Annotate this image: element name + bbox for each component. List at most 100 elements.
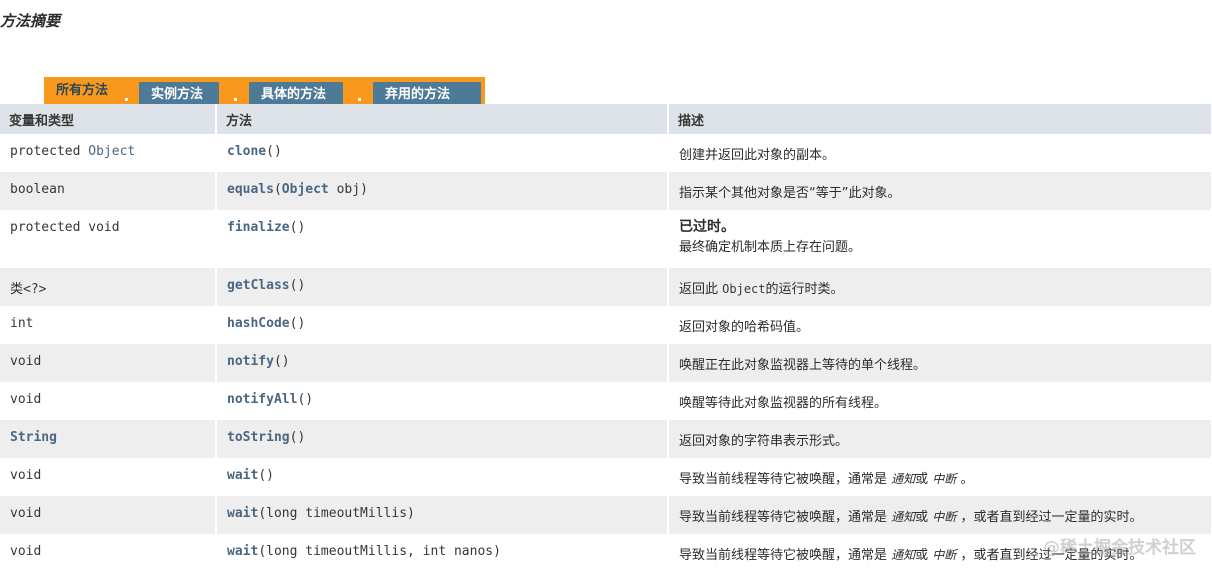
method-link[interactable]: hashCode — [227, 316, 290, 331]
emphasis-notify: 通知 — [891, 548, 916, 562]
row-description: 导致当前线程等待它被唤醒，通常是 通知或 中断 ，或者直到经过一定量的实时。 — [668, 496, 1212, 534]
row-type: 类<?> — [0, 268, 217, 306]
row-type: protected void — [0, 210, 217, 268]
emphasis-notify: 通知 — [891, 472, 916, 486]
table-row: int hashCode() 返回对象的哈希码值。 — [0, 306, 1212, 344]
row-description: 返回对象的字符串表示形式。 — [668, 420, 1212, 458]
description-text: 导致当前线程等待它被唤醒，通常是 — [679, 510, 892, 525]
method-params: (long timeoutMillis) — [258, 506, 415, 521]
tab-concrete-methods[interactable]: 具体的方法 — [249, 82, 343, 104]
description-text: 的运行时类。 — [765, 282, 844, 297]
method-link[interactable]: notifyAll — [227, 392, 297, 407]
method-tabs: 所有方法 实例方法 具体的方法 弃用的方法 — [44, 77, 485, 104]
type-modifier: protected — [10, 144, 89, 159]
col-header-method: 方法 — [216, 104, 669, 134]
row-type: void — [0, 534, 217, 572]
row-type: boolean — [0, 172, 217, 210]
type-link[interactable]: Object — [88, 144, 135, 159]
tab-deprecated-methods[interactable]: 弃用的方法 — [373, 82, 481, 104]
tab-all-methods[interactable]: 所有方法 — [44, 77, 138, 104]
method-params: () — [297, 392, 314, 407]
table-row: String toString() 返回对象的字符串表示形式。 — [0, 420, 1212, 458]
row-description: 创建并返回此对象的副本。 — [668, 134, 1212, 172]
description-text: 或 — [915, 548, 933, 563]
description-text: 或 — [915, 472, 933, 487]
tab-instance-methods[interactable]: 实例方法 — [139, 82, 219, 104]
deprecated-label: 已过时。 — [679, 219, 735, 235]
page-title: 方法摘要 — [0, 12, 61, 30]
row-type: void — [0, 496, 217, 534]
row-method: wait(long timeoutMillis, int nanos) — [216, 534, 669, 572]
row-type: protected Object — [0, 134, 217, 172]
method-link[interactable]: wait — [227, 506, 258, 521]
description-text: 导致当前线程等待它被唤醒，通常是 — [679, 548, 892, 563]
row-description: 导致当前线程等待它被唤醒，通常是 通知或 中断 。 — [668, 458, 1212, 496]
method-params: () — [289, 220, 306, 235]
row-method: toString() — [216, 420, 669, 458]
emphasis-interrupt: 中断 — [932, 472, 957, 486]
table-row: boolean equals(Object obj) 指示某个其他对象是否“等于… — [0, 172, 1212, 210]
row-type: void — [0, 458, 217, 496]
method-params: ( — [273, 182, 282, 197]
method-params: () — [266, 144, 282, 159]
col-header-type: 变量和类型 — [0, 104, 217, 134]
method-params: () — [289, 430, 306, 445]
table-row: void wait(long timeoutMillis, int nanos)… — [0, 534, 1212, 572]
row-type: void — [0, 344, 217, 382]
row-method: hashCode() — [216, 306, 669, 344]
method-link[interactable]: finalize — [227, 220, 290, 235]
row-method: wait(long timeoutMillis) — [216, 496, 669, 534]
method-link[interactable]: wait — [227, 544, 258, 559]
row-type: void — [0, 382, 217, 420]
row-description: 唤醒等待此对象监视器的所有线程。 — [668, 382, 1212, 420]
table-row: void wait() 导致当前线程等待它被唤醒，通常是 通知或 中断 。 — [0, 458, 1212, 496]
table-row: 类<?> getClass() 返回此 Object的运行时类。 — [0, 268, 1212, 306]
table-row: void notify() 唤醒正在此对象监视器上等待的单个线程。 — [0, 344, 1212, 382]
method-link[interactable]: getClass — [227, 278, 290, 293]
row-description: 指示某个其他对象是否“等于”此对象。 — [668, 172, 1212, 210]
type-link[interactable]: 类 — [10, 282, 23, 297]
table-row: void notifyAll() 唤醒等待此对象监视器的所有线程。 — [0, 382, 1212, 420]
row-method: equals(Object obj) — [216, 172, 669, 210]
emphasis-interrupt: 中断 — [932, 548, 957, 562]
emphasis-interrupt: 中断 — [932, 510, 957, 524]
row-type: String — [0, 420, 217, 458]
row-description: 唤醒正在此对象监视器上等待的单个线程。 — [668, 344, 1212, 382]
type-generic: <?> — [23, 282, 47, 297]
method-params: (long timeoutMillis, int nanos) — [258, 544, 501, 559]
description-text: ，或者直到经过一定量的实时。 — [956, 510, 1143, 525]
type-link[interactable]: String — [10, 430, 57, 445]
tab-separator — [358, 98, 361, 101]
method-summary-table: 变量和类型 方法 描述 protected Object clone() 创建并… — [0, 104, 1212, 572]
method-link[interactable]: toString — [227, 430, 290, 445]
param-type-link[interactable]: Object — [282, 182, 329, 197]
row-description: 已过时。最终确定机制本质上存在问题。 — [668, 210, 1212, 268]
row-type: int — [0, 306, 217, 344]
col-header-description: 描述 — [668, 104, 1212, 134]
method-params: () — [258, 468, 274, 483]
description-text: 导致当前线程等待它被唤醒，通常是 — [679, 472, 892, 487]
description-text: 最终确定机制本质上存在问题。 — [679, 240, 862, 255]
method-link[interactable]: notify — [227, 354, 274, 369]
row-description: 返回对象的哈希码值。 — [668, 306, 1212, 344]
method-link[interactable]: equals — [227, 182, 274, 197]
row-method: clone() — [216, 134, 669, 172]
row-method: notifyAll() — [216, 382, 669, 420]
table-row: void wait(long timeoutMillis) 导致当前线程等待它被… — [0, 496, 1212, 534]
description-text: 返回此 — [679, 282, 723, 297]
table-row: protected Object clone() 创建并返回此对象的副本。 — [0, 134, 1212, 172]
row-description: 返回此 Object的运行时类。 — [668, 268, 1212, 306]
method-params: () — [273, 354, 290, 369]
description-text: 或 — [915, 510, 933, 525]
row-method: notify() — [216, 344, 669, 382]
method-link[interactable]: clone — [227, 144, 266, 159]
inline-code: Object — [722, 282, 766, 296]
method-params: () — [289, 278, 306, 293]
method-link[interactable]: wait — [227, 468, 258, 483]
method-params: obj) — [328, 182, 368, 197]
method-params: () — [289, 316, 306, 331]
tab-separator — [234, 98, 237, 101]
tab-separator — [125, 98, 128, 101]
row-method: finalize() — [216, 210, 669, 268]
watermark: @稀土掘金技术社区 — [1043, 538, 1196, 558]
